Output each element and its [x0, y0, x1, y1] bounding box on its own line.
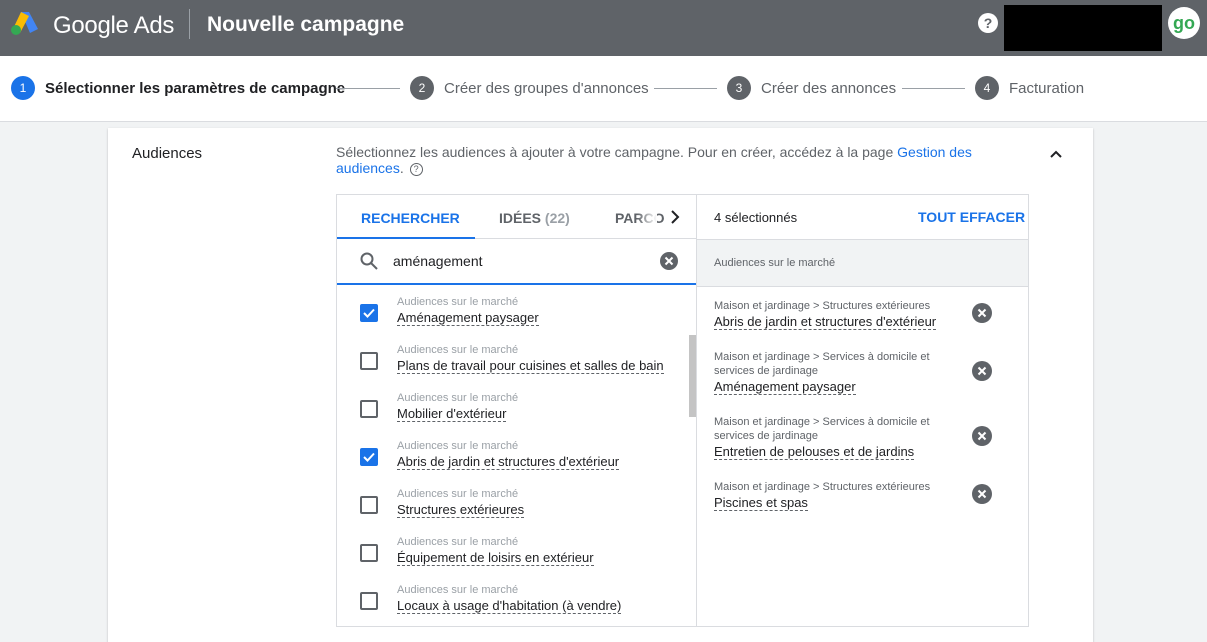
remove-icon[interactable]	[971, 425, 993, 447]
search-input[interactable]	[393, 251, 643, 271]
search-results: Audiences sur le marché Aménagement pays…	[337, 287, 696, 626]
checkbox[interactable]	[360, 496, 378, 514]
remove-icon[interactable]	[971, 360, 993, 382]
step-connector	[902, 88, 965, 89]
remove-icon[interactable]	[971, 302, 993, 324]
scrollbar[interactable]	[689, 335, 696, 417]
checkbox[interactable]	[360, 448, 378, 466]
tab-search[interactable]: RECHERCHER	[361, 210, 460, 226]
help-circle-icon[interactable]: ?	[409, 162, 423, 176]
list-item[interactable]: Audiences sur le marché Aménagement pays…	[337, 289, 689, 337]
audience-picker: RECHERCHER IDÉES (22) PARCO	[336, 194, 1029, 627]
result-category: Audiences sur le marché	[397, 344, 519, 356]
result-category: Audiences sur le marché	[397, 584, 519, 596]
step-label: Créer des annonces	[761, 79, 897, 97]
result-category: Audiences sur le marché	[397, 392, 519, 404]
step-connector	[336, 88, 400, 89]
brand-name[interactable]: Google Ads	[53, 12, 174, 40]
tab-fade	[637, 201, 657, 233]
checkbox[interactable]	[360, 544, 378, 562]
tab-ideas-label: IDÉES	[499, 210, 542, 226]
selected-name: Entretien de pelouses et de jardins	[714, 444, 915, 460]
clear-search-icon[interactable]	[659, 251, 679, 271]
step-2[interactable]: 2 Créer des groupes d'annonces	[410, 76, 649, 100]
step-number: 1	[11, 76, 35, 100]
selected-group-header: Audiences sur le marché	[697, 239, 1028, 287]
selected-name: Abris de jardin et structures d'extérieu…	[714, 314, 937, 330]
selected-name: Piscines et spas	[714, 495, 808, 511]
step-number: 3	[727, 76, 751, 100]
app-header: Google Ads Nouvelle campagne ? go	[0, 0, 1207, 56]
result-category: Audiences sur le marché	[397, 296, 519, 308]
header-divider	[189, 9, 190, 39]
result-name: Abris de jardin et structures d'extérieu…	[397, 454, 620, 470]
group-label: Audiences sur le marché	[714, 257, 836, 269]
page-title: Nouvelle campagne	[207, 13, 405, 36]
step-1[interactable]: 1 Sélectionner les paramètres de campagn…	[11, 76, 345, 100]
description-text: Sélectionnez les audiences à ajouter à v…	[336, 144, 898, 160]
step-number: 2	[410, 76, 434, 100]
result-name: Mobilier d'extérieur	[397, 406, 507, 422]
description-end: .	[399, 160, 404, 176]
result-name: Plans de travail pour cuisines et salles…	[397, 358, 664, 374]
selected-path: Maison et jardinage > Structures extérie…	[714, 481, 931, 493]
step-4[interactable]: 4 Facturation	[975, 76, 1084, 100]
tab-ideas-count: (22)	[544, 210, 570, 226]
avatar[interactable]: go	[1168, 7, 1200, 39]
step-connector	[654, 88, 717, 89]
audiences-card: Audiences Sélectionnez les audiences à a…	[108, 128, 1093, 642]
result-category: Audiences sur le marché	[397, 536, 519, 548]
checkbox[interactable]	[360, 592, 378, 610]
remove-icon[interactable]	[971, 483, 993, 505]
section-description: Sélectionnez les audiences à ajouter à v…	[336, 144, 976, 176]
checkbox[interactable]	[360, 352, 378, 370]
step-number: 4	[975, 76, 999, 100]
tab-ideas[interactable]: IDÉES (22)	[499, 210, 570, 226]
result-category: Audiences sur le marché	[397, 440, 519, 452]
step-label: Créer des groupes d'annonces	[444, 79, 649, 97]
selected-path: Maison et jardinage > Services à domicil…	[714, 351, 930, 377]
section-title: Audiences	[132, 145, 203, 162]
selected-name: Aménagement paysager	[714, 379, 856, 395]
result-name: Équipement de loisirs en extérieur	[397, 550, 594, 566]
step-label: Sélectionner les paramètres de campagne	[45, 79, 346, 97]
list-item[interactable]: Audiences sur le marché Locaux à usage d…	[337, 577, 689, 625]
step-3[interactable]: 3 Créer des annonces	[727, 76, 896, 100]
list-item[interactable]: Audiences sur le marché Structures extér…	[337, 481, 689, 529]
result-name: Aménagement paysager	[397, 310, 539, 326]
list-item[interactable]: Audiences sur le marché Équipement de lo…	[337, 529, 689, 577]
checkbox[interactable]	[360, 304, 378, 322]
result-name: Locaux à usage d'habitation (à vendre)	[397, 598, 622, 614]
result-category: Audiences sur le marché	[397, 488, 519, 500]
step-label: Facturation	[1009, 79, 1085, 97]
chevron-right-icon[interactable]	[667, 209, 683, 225]
search-icon	[360, 252, 378, 270]
list-item[interactable]: Audiences sur le marché Abris de jardin …	[337, 433, 689, 481]
audience-tabs: RECHERCHER IDÉES (22) PARCO	[337, 195, 696, 239]
checkbox[interactable]	[360, 400, 378, 418]
result-name: Structures extérieures	[397, 502, 525, 518]
list-item[interactable]: Audiences sur le marché Plans de travail…	[337, 337, 689, 385]
campaign-stepper: 1 Sélectionner les paramètres de campagn…	[0, 56, 1207, 122]
selected-path: Maison et jardinage > Structures extérie…	[714, 300, 931, 312]
audience-search	[337, 239, 696, 285]
selected-path: Maison et jardinage > Services à domicil…	[714, 416, 930, 442]
help-icon[interactable]: ?	[978, 13, 998, 33]
audience-browser: RECHERCHER IDÉES (22) PARCO	[337, 195, 697, 626]
clear-all-button[interactable]: TOUT EFFACER	[918, 209, 1025, 225]
account-info[interactable]	[1004, 5, 1162, 51]
google-ads-logo-icon[interactable]	[10, 10, 40, 36]
selected-count: 4 sélectionnés	[714, 210, 798, 225]
chevron-up-icon[interactable]	[1048, 146, 1064, 162]
selected-audiences: 4 sélectionnés TOUT EFFACER Audiences su…	[697, 195, 1028, 626]
list-item[interactable]: Audiences sur le marché Mobilier d'extér…	[337, 385, 689, 433]
